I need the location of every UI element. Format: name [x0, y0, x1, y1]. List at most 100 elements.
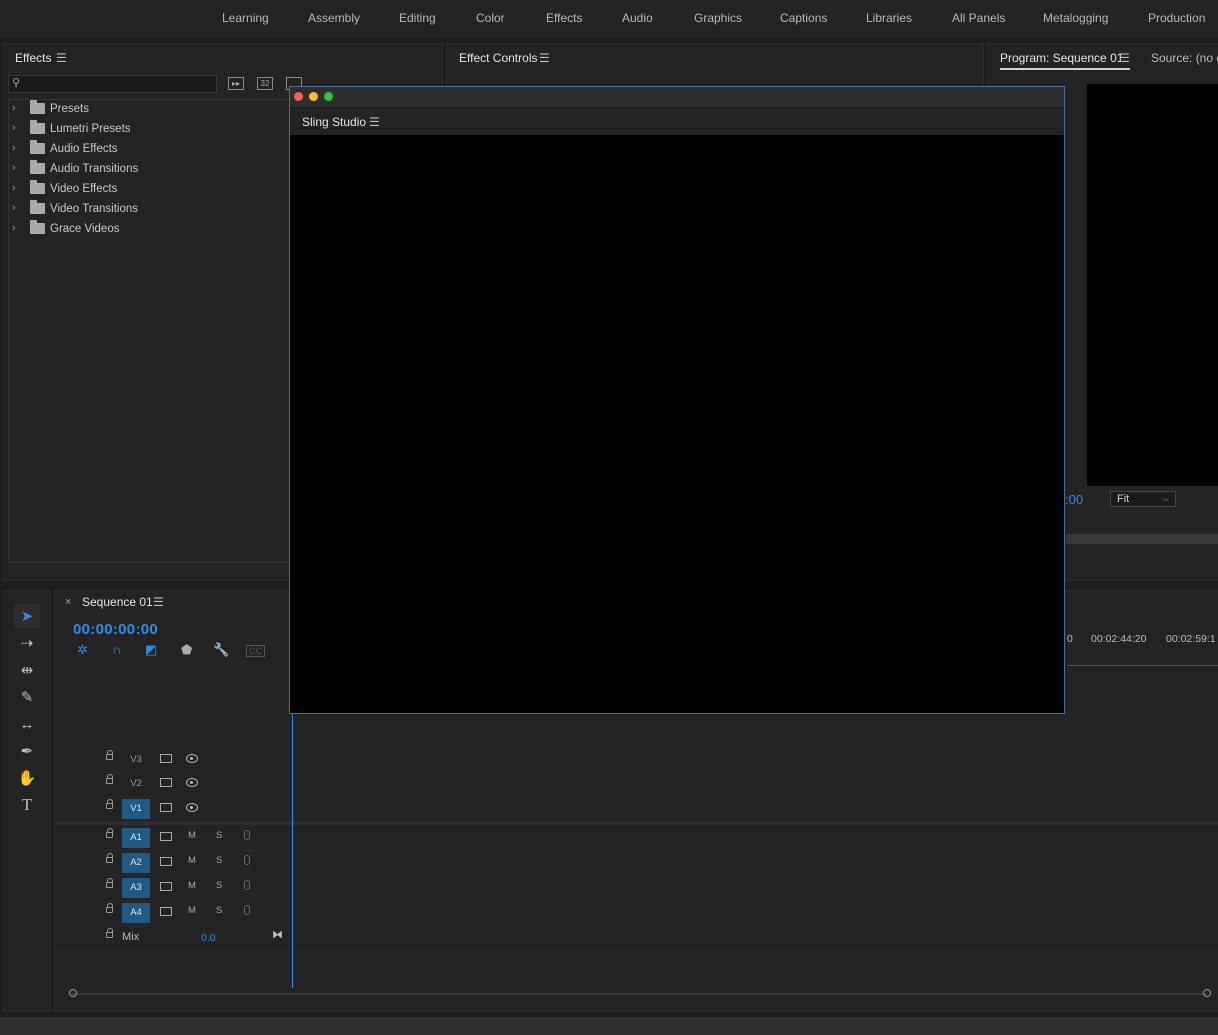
- workspace-tab-metalogging[interactable]: Metalogging: [1043, 11, 1108, 25]
- playhead-timecode[interactable]: :00: [1065, 492, 1083, 507]
- workspace-tab-audio[interactable]: Audio: [622, 11, 653, 25]
- track-select-tool-icon[interactable]: ⇢: [14, 631, 40, 655]
- program-monitor-menu-icon[interactable]: ☰: [1119, 51, 1130, 65]
- sync-lock-icon[interactable]: [160, 857, 172, 866]
- lock-icon[interactable]: [106, 928, 113, 938]
- track-target-a1[interactable]: A1: [122, 828, 150, 848]
- sync-lock-icon[interactable]: [160, 803, 172, 812]
- snap-magnet-icon[interactable]: ∩: [112, 642, 121, 657]
- solo-button[interactable]: S: [216, 830, 222, 841]
- eye-icon[interactable]: [186, 778, 198, 787]
- sling-studio-menu-icon[interactable]: ☰: [369, 115, 380, 129]
- mix-value[interactable]: 0.0: [201, 932, 216, 944]
- mute-button[interactable]: M: [188, 905, 196, 916]
- window-titlebar[interactable]: [290, 87, 1064, 108]
- scrollbar-right-handle[interactable]: [1203, 989, 1211, 997]
- source-monitor-tab[interactable]: Source: (no cl: [1151, 51, 1218, 65]
- razor-tool-icon[interactable]: ✎: [14, 685, 40, 709]
- lock-icon[interactable]: [106, 853, 113, 863]
- track-target-v2[interactable]: V2: [122, 774, 150, 794]
- lock-icon[interactable]: [106, 799, 113, 809]
- effects-panel-title[interactable]: Effects: [15, 51, 51, 65]
- eye-icon[interactable]: [186, 754, 198, 763]
- program-monitor-tab[interactable]: Program: Sequence 01: [1000, 51, 1123, 65]
- workspace-tab-effects[interactable]: Effects: [546, 11, 582, 25]
- maximize-window-icon[interactable]: [324, 92, 333, 101]
- time-ruler[interactable]: [1067, 657, 1218, 666]
- solo-button[interactable]: S: [216, 905, 222, 916]
- chevron-right-icon[interactable]: ›: [12, 222, 16, 234]
- workspace-tab-production[interactable]: Production: [1148, 11, 1205, 25]
- effects-panel-menu-icon[interactable]: ☰: [56, 51, 67, 65]
- scrollbar-left-handle[interactable]: [69, 989, 77, 997]
- tree-item-audio-effects[interactable]: › Audio Effects: [10, 140, 290, 160]
- close-window-icon[interactable]: [294, 92, 303, 101]
- microphone-icon[interactable]: [244, 830, 250, 840]
- chevron-right-icon[interactable]: ›: [12, 102, 16, 114]
- timeline-timecode[interactable]: 00:00:00:00: [73, 621, 158, 638]
- lock-icon[interactable]: [106, 774, 113, 784]
- minimize-window-icon[interactable]: [309, 92, 318, 101]
- sync-lock-icon[interactable]: [160, 907, 172, 916]
- type-tool-icon[interactable]: T: [14, 793, 40, 817]
- tree-item-lumetri-presets[interactable]: › Lumetri Presets: [10, 120, 290, 140]
- 32-bit-icon[interactable]: 32: [257, 77, 273, 90]
- chevron-right-icon[interactable]: ›: [12, 202, 16, 214]
- workspace-tab-captions[interactable]: Captions: [780, 11, 827, 25]
- lock-icon[interactable]: [106, 878, 113, 888]
- mute-button[interactable]: M: [188, 880, 196, 891]
- playhead-line[interactable]: [292, 714, 293, 988]
- sync-lock-icon[interactable]: [160, 754, 172, 763]
- timeline-menu-icon[interactable]: ☰: [153, 595, 164, 609]
- sync-lock-icon[interactable]: [160, 882, 172, 891]
- tree-item-presets[interactable]: › Presets: [10, 100, 290, 120]
- eye-icon[interactable]: [186, 803, 198, 812]
- track-target-v1[interactable]: V1: [122, 799, 150, 819]
- effect-controls-title[interactable]: Effect Controls: [459, 51, 537, 65]
- video-audio-divider[interactable]: [56, 822, 1218, 825]
- workspace-tab-color[interactable]: Color: [476, 11, 505, 25]
- timeline-zoom-scrollbar[interactable]: [69, 989, 1211, 999]
- workspace-tab-learning[interactable]: Learning: [222, 11, 269, 25]
- monitor-scroll-bar[interactable]: [1066, 534, 1218, 544]
- hand-tool-icon[interactable]: ✋: [14, 766, 40, 790]
- tree-item-video-effects[interactable]: › Video Effects: [10, 180, 290, 200]
- linked-selection-icon[interactable]: ◩: [145, 642, 157, 658]
- mix-pan-icon[interactable]: ⧓: [272, 928, 283, 941]
- slip-tool-icon[interactable]: ↔: [14, 712, 40, 736]
- workspace-tab-assembly[interactable]: Assembly: [308, 11, 360, 25]
- nest-sequence-icon[interactable]: ✲: [77, 642, 88, 658]
- chevron-right-icon[interactable]: ›: [12, 162, 16, 174]
- chevron-right-icon[interactable]: ›: [12, 142, 16, 154]
- wrench-settings-icon[interactable]: 🔧: [213, 642, 229, 658]
- lock-icon[interactable]: [106, 750, 113, 760]
- workspace-tab-editing[interactable]: Editing: [399, 11, 436, 25]
- chevron-right-icon[interactable]: ›: [12, 122, 16, 134]
- mute-button[interactable]: M: [188, 830, 196, 841]
- mute-button[interactable]: M: [188, 855, 196, 866]
- add-marker-icon[interactable]: ⬟: [181, 642, 192, 658]
- tree-item-grace-videos[interactable]: › Grace Videos: [10, 220, 290, 240]
- tree-item-audio-transitions[interactable]: › Audio Transitions: [10, 160, 290, 180]
- captions-icon[interactable]: CC: [246, 645, 265, 657]
- sync-lock-icon[interactable]: [160, 778, 172, 787]
- effects-search-input[interactable]: ⚲: [8, 75, 217, 93]
- workspace-tab-all-panels[interactable]: All Panels: [952, 11, 1005, 25]
- tree-item-video-transitions[interactable]: › Video Transitions: [10, 200, 290, 220]
- microphone-icon[interactable]: [244, 905, 250, 915]
- workspace-tab-graphics[interactable]: Graphics: [694, 11, 742, 25]
- accelerated-effects-icon[interactable]: ▸▸: [228, 77, 244, 90]
- microphone-icon[interactable]: [244, 855, 250, 865]
- track-target-a4[interactable]: A4: [122, 903, 150, 923]
- workspace-tab-libraries[interactable]: Libraries: [866, 11, 912, 25]
- lock-icon[interactable]: [106, 828, 113, 838]
- sync-lock-icon[interactable]: [160, 832, 172, 841]
- ripple-edit-tool-icon[interactable]: ⇹: [14, 658, 40, 682]
- zoom-level-select[interactable]: Fit ⌵: [1110, 491, 1176, 507]
- close-sequence-icon[interactable]: ×: [65, 596, 71, 608]
- sling-studio-title[interactable]: Sling Studio: [302, 115, 366, 129]
- track-target-a3[interactable]: A3: [122, 878, 150, 898]
- sequence-tab[interactable]: Sequence 01: [82, 595, 153, 609]
- selection-tool-icon[interactable]: ➤: [14, 604, 40, 628]
- solo-button[interactable]: S: [216, 880, 222, 891]
